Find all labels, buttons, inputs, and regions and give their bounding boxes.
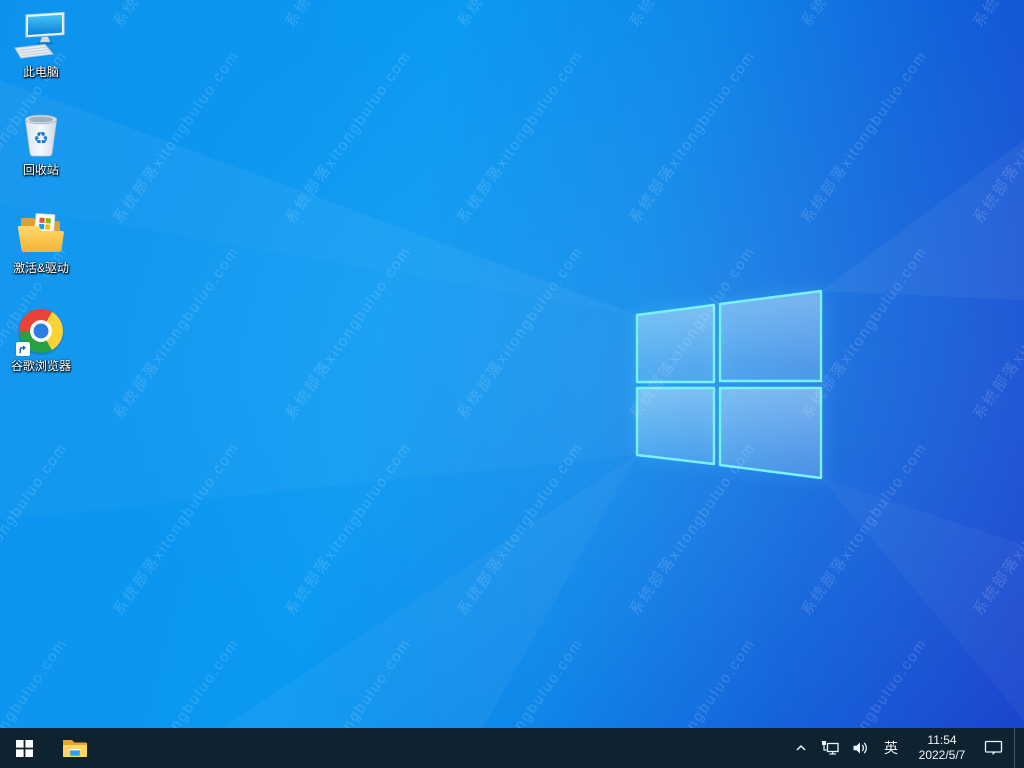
icon-label: 激活&驱动 [12,261,69,275]
watermark-text: 系统部落xitongbuluo.com [798,439,931,619]
clock[interactable]: 11:54 2022/5/7 [911,733,973,763]
desktop: 系统部落xitongbuluo.com 系统部落xitongbuluo.com 系统… [0,0,1024,768]
watermark-text: 系统部落xitongbuluo.com [626,243,759,423]
system-tray: 英 11:54 2022/5/7 [792,728,1024,768]
watermark-text: 系统部落xitongbuluo.com [626,439,759,619]
watermark-text: 系统部落xitongbuluo.com [798,47,931,227]
watermark-text: 系统部落xitongbuluo.com [110,243,243,423]
desktop-icon-this-pc[interactable]: 此电脑 [2,6,80,104]
watermark-text: 系统部落xitongbuluo.com [796,0,932,31]
watermark-text: 系统部落xitongbuluo.com [0,439,71,619]
desktop-icons: 此电脑 ♻ 回收站 激活&驱动 谷歌浏览器 [2,6,80,398]
folder-icon [13,207,69,259]
watermark-text: 系统部落xitongbuluo.com [110,47,243,227]
chrome-icon [13,305,69,357]
watermark-text: 系统部落xitongbuluo.com [968,0,1024,31]
language-indicator[interactable]: 英 [880,728,902,768]
watermark-text: 系统部落xitongbuluo.com [452,0,588,31]
windows-logo [635,289,823,480]
watermark-text: 系统部落xitongbuluo.com [798,243,931,423]
icon-label: 回收站 [22,163,59,177]
file-explorer-button[interactable] [51,728,99,768]
watermark-text: 系统部落xitongbuluo.com [970,439,1024,619]
desktop-icon-recycle-bin[interactable]: ♻ 回收站 [2,104,80,202]
wallpaper-light-beams [0,80,1024,768]
watermark-text: 系统部落xitongbuluo.com [624,0,760,31]
start-button[interactable] [0,728,48,768]
watermark-text: 系统部落xitongbuluo.com [280,0,416,31]
icon-label: 此电脑 [22,65,59,79]
recycle-bin-icon: ♻ [13,109,69,161]
action-center-icon[interactable] [982,728,1005,768]
this-pc-icon [13,11,69,63]
shortcut-arrow-icon [16,342,30,356]
desktop-icon-activation-drivers[interactable]: 激活&驱动 [2,202,80,300]
watermark-layer: 系统部落xitongbuluo.com 系统部落xitongbuluo.com 系统… [0,0,1024,768]
watermark-text: 系统部落xitongbuluo.com [454,243,587,423]
watermark-text: 系统部落xitongbuluo.com [282,47,415,227]
icon-label: 谷歌浏览器 [10,359,71,373]
watermark-text: 系统部落xitongbuluo.com [970,243,1024,423]
show-desktop-button[interactable] [1014,728,1019,768]
taskbar-empty-area [99,728,792,768]
windows-start-icon [15,739,33,757]
tray-chevron-up-icon[interactable] [792,728,810,768]
network-icon[interactable] [819,728,841,768]
volume-icon[interactable] [850,728,871,768]
svg-text:♻: ♻ [33,129,48,149]
watermark-text: 系统部落xitongbuluo.com [282,243,415,423]
desktop-icon-chrome[interactable]: 谷歌浏览器 [2,300,80,398]
watermark-text: 系统部落xitongbuluo.com [970,47,1024,227]
watermark-text: 系统部落xitongbuluo.com [454,47,587,227]
watermark-text: 系统部落xitongbuluo.com [626,47,759,227]
watermark-text: 系统部落xitongbuluo.com [110,439,243,619]
watermark-text: 系统部落xitongbuluo.com [282,439,415,619]
clock-date: 2022/5/7 [918,748,966,762]
clock-time: 11:54 [927,733,957,747]
file-explorer-icon [63,740,87,757]
taskbar: 英 11:54 2022/5/7 [0,728,1024,768]
watermark-text: 系统部落xitongbuluo.com [454,439,587,619]
watermark-text: 系统部落xitongbuluo.com [108,0,244,31]
